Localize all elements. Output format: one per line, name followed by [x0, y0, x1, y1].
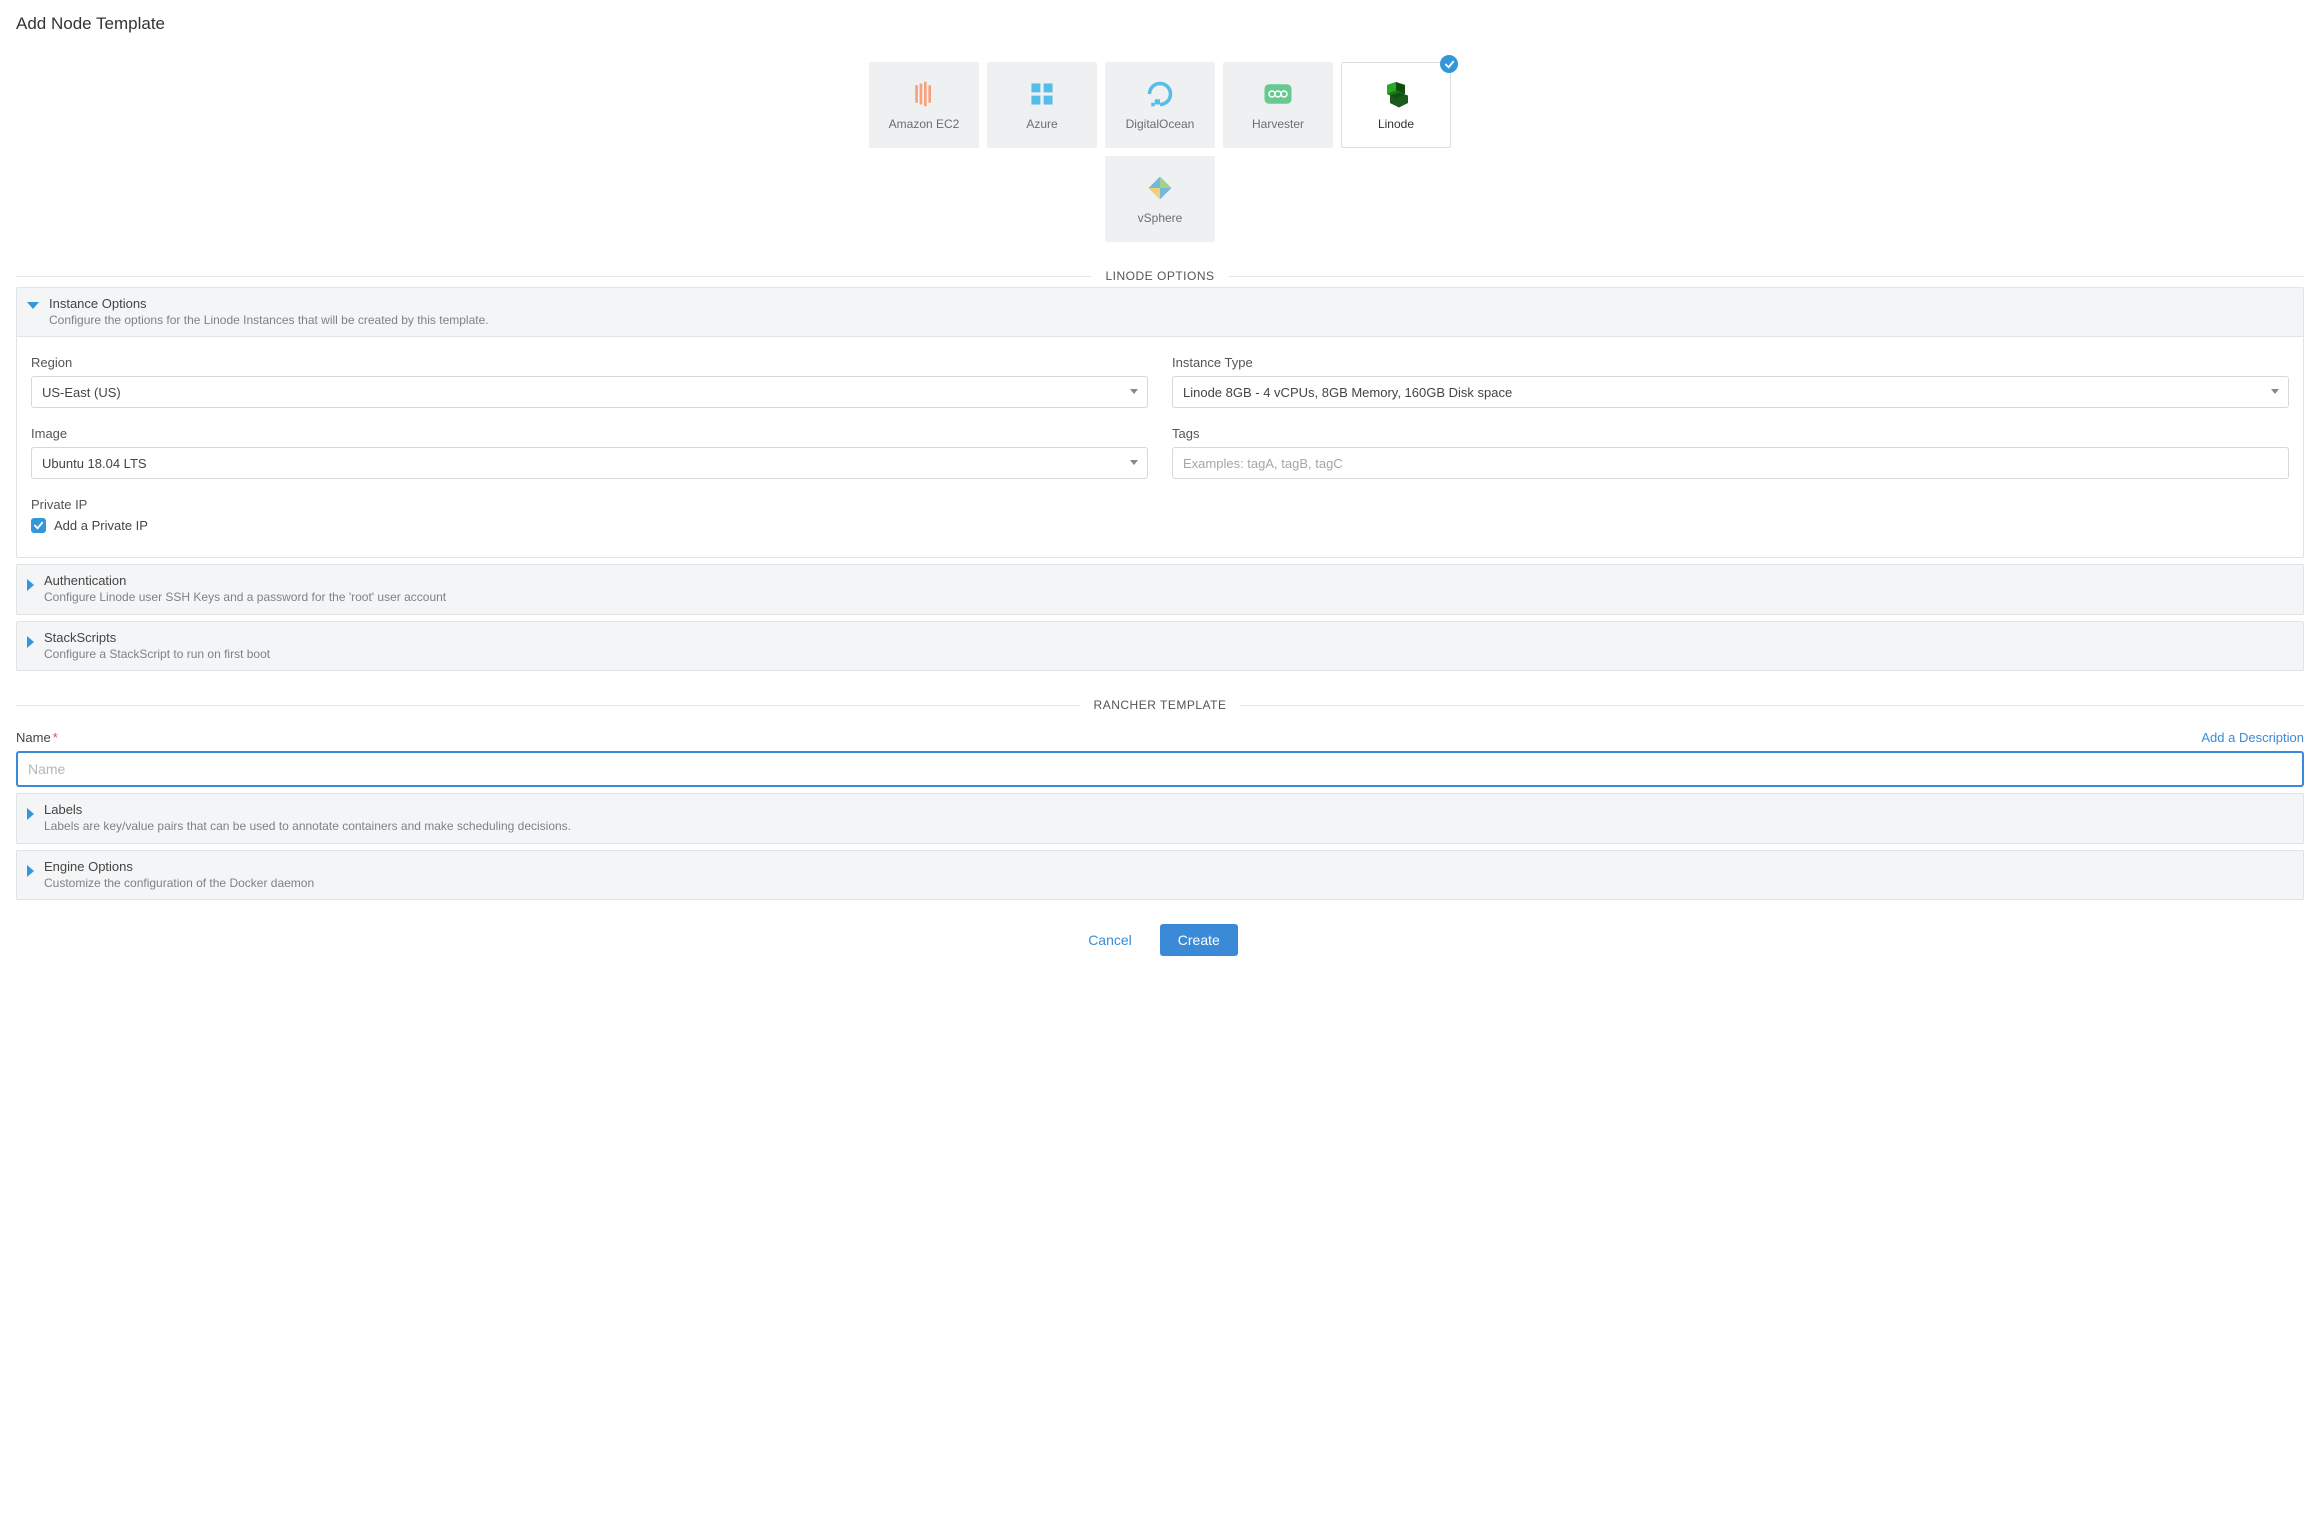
- chevron-right-icon: [27, 865, 34, 877]
- provider-digitalocean[interactable]: DigitalOcean: [1105, 62, 1215, 148]
- provider-label: DigitalOcean: [1126, 117, 1195, 131]
- chevron-down-icon: [1130, 460, 1138, 465]
- name-label-wrap: Name*: [16, 730, 58, 745]
- panel-instance-options[interactable]: Instance Options Configure the options f…: [16, 287, 2304, 337]
- linode-icon: [1381, 79, 1411, 109]
- chevron-right-icon: [27, 636, 34, 648]
- provider-label: Harvester: [1252, 117, 1304, 131]
- chevron-right-icon: [27, 808, 34, 820]
- region-value: US-East (US): [42, 385, 121, 400]
- panel-subtitle: Configure a StackScript to run on first …: [44, 647, 270, 663]
- provider-grid-row2: vSphere: [710, 156, 1610, 242]
- panel-subtitle: Labels are key/value pairs that can be u…: [44, 819, 571, 835]
- provider-amazon-ec2[interactable]: Amazon EC2: [869, 62, 979, 148]
- page-title: Add Node Template: [16, 14, 2304, 34]
- panel-title: Authentication: [44, 573, 446, 590]
- harvester-icon: [1263, 79, 1293, 109]
- region-select[interactable]: US-East (US): [31, 376, 1148, 408]
- provider-vsphere[interactable]: vSphere: [1105, 156, 1215, 242]
- name-label: Name: [16, 730, 51, 745]
- panel-title: Labels: [44, 802, 571, 819]
- image-label: Image: [31, 426, 1148, 441]
- azure-icon: [1027, 79, 1057, 109]
- panel-subtitle: Configure Linode user SSH Keys and a pas…: [44, 590, 446, 606]
- provider-harvester[interactable]: Harvester: [1223, 62, 1333, 148]
- chevron-down-icon: [27, 302, 39, 309]
- provider-linode[interactable]: Linode: [1341, 62, 1451, 148]
- digitalocean-icon: [1145, 79, 1175, 109]
- instance-type-value: Linode 8GB - 4 vCPUs, 8GB Memory, 160GB …: [1183, 385, 1512, 400]
- section-header-label: RANCHER TEMPLATE: [1080, 698, 1241, 712]
- chevron-down-icon: [1130, 389, 1138, 394]
- panel-title: StackScripts: [44, 630, 270, 647]
- panel-labels[interactable]: Labels Labels are key/value pairs that c…: [16, 793, 2304, 843]
- panel-subtitle: Configure the options for the Linode Ins…: [49, 313, 489, 329]
- provider-grid: Amazon EC2 Azure DigitalOcean Harvester …: [710, 62, 1610, 148]
- section-header-label: LINODE OPTIONS: [1091, 269, 1228, 283]
- add-description-link[interactable]: Add a Description: [2201, 730, 2304, 745]
- tags-input[interactable]: [1172, 447, 2289, 479]
- instance-type-select[interactable]: Linode 8GB - 4 vCPUs, 8GB Memory, 160GB …: [1172, 376, 2289, 408]
- vsphere-icon: [1145, 173, 1175, 203]
- private-ip-checkbox-label: Add a Private IP: [54, 518, 148, 533]
- panel-subtitle: Customize the configuration of the Docke…: [44, 876, 314, 892]
- footer-actions: Cancel Create: [16, 924, 2304, 956]
- section-linode-options: LINODE OPTIONS: [16, 268, 2304, 283]
- provider-azure[interactable]: Azure: [987, 62, 1097, 148]
- panel-stackscripts[interactable]: StackScripts Configure a StackScript to …: [16, 621, 2304, 671]
- panel-engine-options[interactable]: Engine Options Customize the configurati…: [16, 850, 2304, 900]
- section-rancher-template: RANCHER TEMPLATE: [16, 697, 2304, 712]
- instance-type-label: Instance Type: [1172, 355, 2289, 370]
- chevron-down-icon: [2271, 389, 2279, 394]
- provider-label: vSphere: [1138, 211, 1183, 225]
- cancel-button[interactable]: Cancel: [1082, 931, 1138, 949]
- private-ip-checkbox[interactable]: [31, 518, 46, 533]
- amazon-ec2-icon: [909, 79, 939, 109]
- check-icon: [1440, 55, 1458, 73]
- panel-authentication[interactable]: Authentication Configure Linode user SSH…: [16, 564, 2304, 614]
- create-button[interactable]: Create: [1160, 924, 1238, 956]
- required-indicator: *: [53, 730, 58, 745]
- image-select[interactable]: Ubuntu 18.04 LTS: [31, 447, 1148, 479]
- provider-label: Linode: [1378, 117, 1414, 131]
- panel-title: Instance Options: [49, 296, 489, 313]
- instance-options-body: Region US-East (US) Instance Type Linode…: [16, 337, 2304, 558]
- chevron-right-icon: [27, 579, 34, 591]
- tags-label: Tags: [1172, 426, 2289, 441]
- private-ip-label: Private IP: [31, 497, 2289, 512]
- panel-title: Engine Options: [44, 859, 314, 876]
- name-input[interactable]: [16, 751, 2304, 787]
- image-value: Ubuntu 18.04 LTS: [42, 456, 147, 471]
- provider-label: Azure: [1026, 117, 1057, 131]
- region-label: Region: [31, 355, 1148, 370]
- provider-label: Amazon EC2: [889, 117, 960, 131]
